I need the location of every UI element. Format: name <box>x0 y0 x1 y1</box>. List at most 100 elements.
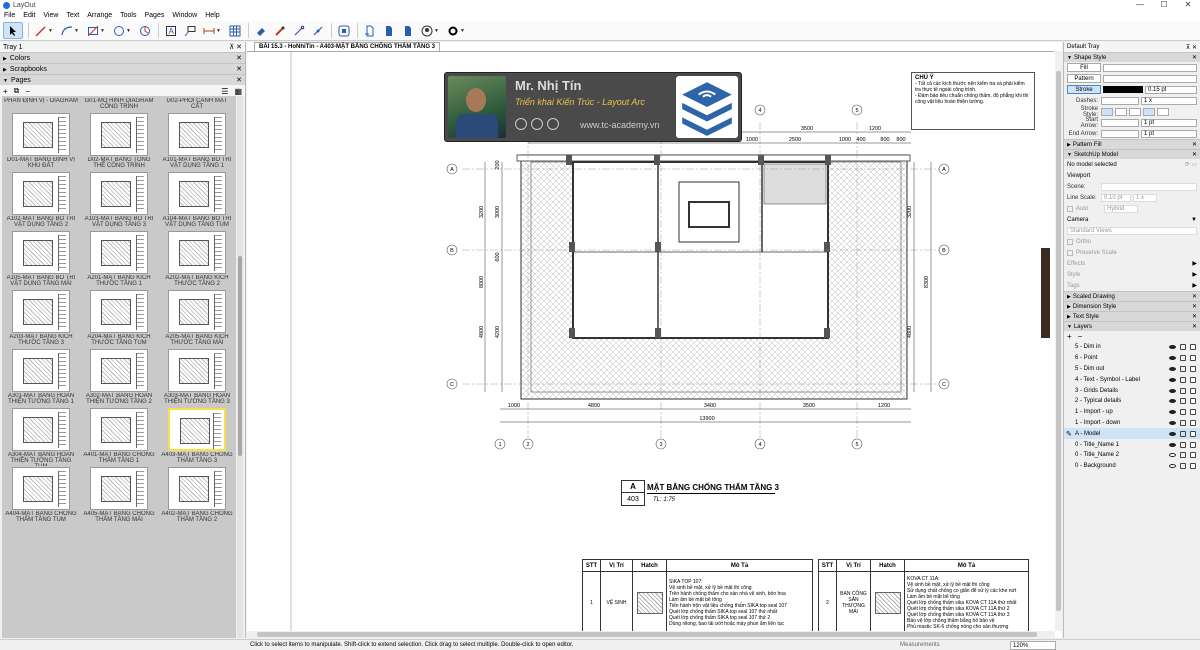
fill-swatch[interactable] <box>1103 63 1197 72</box>
delete-page-icon[interactable]: − <box>25 87 30 96</box>
page-thumb[interactable]: A401-MẶT BẰNG CHỐNG THẤM TẦNG 1 <box>82 408 156 466</box>
drawing-canvas[interactable]: 3500120010002500100040080080020010004800… <box>247 51 1054 631</box>
start-arrow-size[interactable]: 1 pt <box>1141 118 1197 127</box>
arc-tool[interactable]: ▼ <box>58 22 82 39</box>
close-icon[interactable]: ✕ <box>1192 151 1197 158</box>
style-row[interactable]: Style ▶ <box>1064 269 1200 280</box>
page-icon[interactable] <box>1190 355 1196 362</box>
page-icon[interactable] <box>1190 409 1196 416</box>
page-thumb[interactable]: A405-MẶT BẰNG CHỐNG THẤM TẦNG MÁI <box>82 467 156 525</box>
effects-row[interactable]: Effects ▶ <box>1064 258 1200 269</box>
scrapbooks-panel-header[interactable]: ▶ Scrapbooks ✕ <box>0 63 245 74</box>
layer-row[interactable]: 2 - Typical details <box>1064 396 1200 407</box>
eye-icon[interactable] <box>1169 420 1176 425</box>
eye-icon[interactable] <box>1169 442 1176 447</box>
grid-view-icon[interactable]: ▦ <box>234 87 242 96</box>
document-tab[interactable]: BÀI 15.3 - HoNhiTin - A403-MẶT BẰNG CHỐN… <box>254 42 441 51</box>
pattern-button[interactable]: Pattern <box>1067 74 1101 83</box>
layer-row[interactable]: 6 - Point <box>1064 353 1200 364</box>
table-tool[interactable] <box>226 22 243 39</box>
label-tool[interactable] <box>181 22 198 39</box>
close-icon[interactable]: ✕ <box>236 76 242 84</box>
remove-layer-icon[interactable]: − <box>1078 332 1083 341</box>
screen-toggle[interactable] <box>335 22 352 39</box>
menu-arrange[interactable]: Arrange <box>83 11 116 21</box>
add-layer-icon[interactable]: + <box>1067 332 1072 341</box>
ortho-checkbox[interactable] <box>1067 238 1073 245</box>
polygon-tool[interactable] <box>136 22 153 39</box>
page-thumb[interactable]: A402-MẶT BẰNG CHỐNG THẤM TẦNG 2 <box>160 467 234 525</box>
eye-icon[interactable] <box>1169 399 1176 404</box>
page-next-button[interactable] <box>399 22 416 39</box>
cap-style-button[interactable] <box>1115 107 1127 116</box>
maximize-button[interactable]: ☐ <box>1152 0 1176 11</box>
pages-panel-header[interactable]: ▼ Pages ✕ <box>0 74 245 85</box>
line-tool[interactable]: ▼ <box>32 22 56 39</box>
eye-icon[interactable] <box>1169 366 1176 371</box>
page-thumb[interactable]: A403-MẶT BẰNG CHỐNG THẤM TẦNG 3 <box>160 408 234 466</box>
end-arrow-size[interactable]: 1 pt <box>1141 129 1197 138</box>
render-mode-select[interactable]: Hybrid <box>1104 204 1138 213</box>
page-thumb[interactable]: A103-MẶT BẰNG BỐ TRÍ VẬT DỤNG TẦNG 3 <box>82 172 156 230</box>
lock-icon[interactable] <box>1180 409 1186 416</box>
close-icon[interactable]: ✕ <box>1192 141 1197 148</box>
menu-pages[interactable]: Pages <box>140 11 168 21</box>
pattern-swatch[interactable] <box>1103 74 1197 83</box>
rectangle-tool[interactable]: ▼ <box>84 22 108 39</box>
layers-header[interactable]: ▼ Layers ✕ <box>1064 321 1200 331</box>
page-icon[interactable] <box>1190 441 1196 448</box>
circle-tool[interactable]: ▼ <box>110 22 134 39</box>
text-tool[interactable]: A <box>162 22 179 39</box>
page-thumb[interactable]: A101-MẶT BẰNG BỐ TRÍ VẬT DỤNG TẦNG 1 <box>160 113 234 171</box>
end-arrow-select[interactable] <box>1101 129 1139 138</box>
text-style-header[interactable]: ▶ Text Style ✕ <box>1064 311 1200 321</box>
menu-tools[interactable]: Tools <box>116 11 140 21</box>
page-thumb[interactable]: A201-MẶT BẰNG KÍCH THƯỚC TẦNG 1 <box>82 231 156 289</box>
close-icon[interactable]: ✕ <box>1192 303 1197 310</box>
eye-icon[interactable] <box>1169 464 1176 469</box>
duplicate-page-icon[interactable]: ⧉ <box>14 86 20 96</box>
layer-row[interactable]: 5 - Dim out <box>1064 364 1200 375</box>
eye-icon[interactable] <box>1169 453 1176 458</box>
menu-window[interactable]: Window <box>168 11 201 21</box>
cap-style-button[interactable] <box>1101 107 1113 116</box>
scaled-drawing-header[interactable]: ▶ Scaled Drawing ✕ <box>1064 291 1200 301</box>
dashes-scale-field[interactable]: 1 x <box>1141 96 1197 105</box>
auto-checkbox[interactable] <box>1067 205 1073 212</box>
page-icon[interactable] <box>1190 344 1196 351</box>
page-icon[interactable] <box>1190 430 1196 437</box>
lock-icon[interactable] <box>1180 430 1186 437</box>
page-thumb[interactable]: A203-MẶT BẰNG KÍCH THƯỚC TẦNG 3 <box>4 290 78 348</box>
page-thumb[interactable]: PHÂN ĐỊNH VỊ - DIAGRAM <box>4 97 78 112</box>
eye-icon[interactable] <box>1169 377 1176 382</box>
page-thumb[interactable]: D01-MẶT BẰNG ĐỊNH VỊ KHU ĐẤT <box>4 113 78 171</box>
page-thumb[interactable]: A202-MẶT BẰNG KÍCH THƯỚC TẦNG 2 <box>160 231 234 289</box>
lock-icon[interactable] <box>1180 452 1186 459</box>
scrollbar-thumb[interactable] <box>1056 71 1061 611</box>
pages-scrollbar[interactable] <box>237 96 243 638</box>
close-icon[interactable]: ✕ <box>1192 323 1197 330</box>
select-tool[interactable] <box>3 22 23 39</box>
close-icon[interactable]: ✕ <box>1192 54 1197 61</box>
canvas-horizontal-scrollbar[interactable] <box>247 631 1055 638</box>
layer-row[interactable]: 5 - Dim in <box>1064 342 1200 353</box>
join-style-button[interactable] <box>1157 107 1169 116</box>
layer-row[interactable]: 1 - Import - up <box>1064 407 1200 418</box>
page-thumb[interactable]: A304-MẶT BẰNG HOÀN THIỆN TƯỜNG TẦNG TUM <box>4 408 78 466</box>
preserve-scale-checkbox[interactable] <box>1067 249 1073 256</box>
dimension-tool[interactable]: ▼ <box>200 22 224 39</box>
standard-views-select[interactable]: Standard Views <box>1067 226 1197 235</box>
join-tool[interactable] <box>309 22 326 39</box>
tray-controls[interactable]: ⊼ ✕ <box>229 43 242 51</box>
canvas-vertical-scrollbar[interactable] <box>1055 51 1062 631</box>
menu-help[interactable]: Help <box>201 11 223 21</box>
page-icon[interactable] <box>1190 365 1196 372</box>
lock-icon[interactable] <box>1180 376 1186 383</box>
eye-icon[interactable] <box>1169 431 1176 436</box>
scrollbar-thumb[interactable] <box>238 256 242 456</box>
add-page-button[interactable] <box>361 22 378 39</box>
page-thumb[interactable]: A102-MẶT BẰNG BỐ TRÍ VẬT DỤNG TẦNG 2 <box>4 172 78 230</box>
layer-row[interactable]: ✎ A - Model <box>1064 428 1200 440</box>
join-style-button[interactable] <box>1143 107 1155 116</box>
sketchup-model-header[interactable]: ▼ SketchUp Model ✕ <box>1064 149 1200 159</box>
